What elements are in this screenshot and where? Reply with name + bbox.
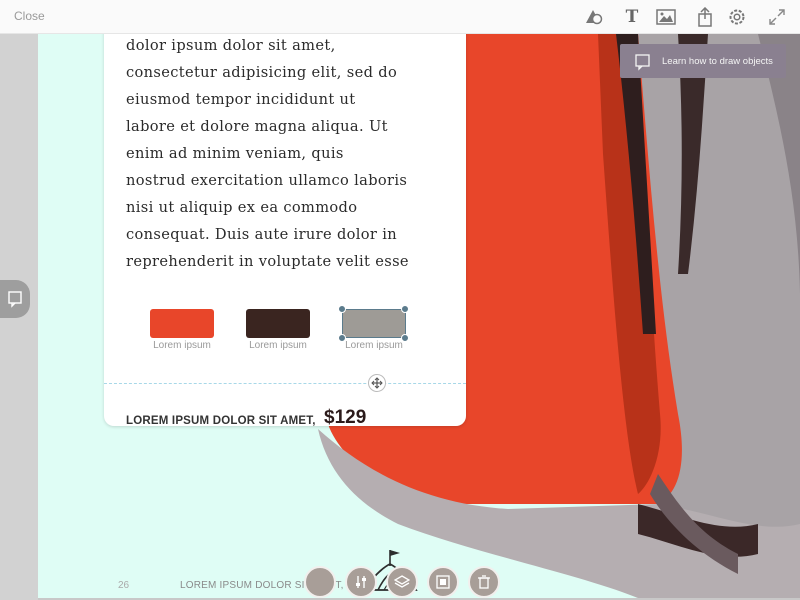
delete-button[interactable] [468,566,500,598]
layers-icon [394,575,410,588]
price-value[interactable]: $129 [324,407,366,429]
color-icon [309,571,331,593]
text-icon[interactable]: T [622,7,642,27]
close-button[interactable]: Close [14,9,45,23]
help-tooltip[interactable]: Learn how to draw objects [620,44,786,78]
page-number: 26 [118,580,130,591]
swatch-brown[interactable] [246,309,310,338]
adjust-icon [356,576,366,588]
divider [104,383,466,384]
arrange-button[interactable] [427,566,459,598]
body-line: nisi ut aliquip ex ea commodo [126,199,358,216]
share-icon[interactable] [695,7,715,27]
body-line: eiusmod tempor incididunt ut [126,91,356,108]
shapes-icon[interactable] [584,7,604,27]
text-tool-glyph: T [625,7,639,27]
body-line: reprehenderit in voluptate velit esse [126,253,409,270]
body-line: enim ad minim veniam, quis [126,145,344,162]
top-toolbar: Close T [0,0,800,34]
selection-handle[interactable] [401,305,409,313]
design-canvas[interactable]: dolor ipsum dolor sit amet, consectetur … [38,34,800,598]
bottom-toolbar [304,566,500,598]
price-label[interactable]: LOREM IPSUM DOLOR SIT AMET, [126,415,316,427]
selection-handle[interactable] [338,305,346,313]
swatch-orange[interactable] [150,309,214,338]
card-body-text[interactable]: dolor ipsum dolor sit amet, consectetur … [126,34,444,275]
panel-toggle-button[interactable] [0,280,30,318]
move-handle[interactable] [368,374,386,392]
layers-button[interactable] [386,566,418,598]
body-line: consequat. Duis aute irure dolor in [126,226,398,243]
image-icon[interactable] [656,7,676,27]
body-line: dolor ipsum dolor sit amet, [126,37,336,54]
comment-icon [635,54,650,71]
body-line: consectetur adipisicing elit, sed do [126,64,398,81]
arrange-icon [436,575,450,589]
swatch-label: Lorem ipsum [153,340,211,351]
swatch-label: Lorem ipsum [249,340,307,351]
move-icon [371,377,383,389]
adjust-button[interactable] [345,566,377,598]
body-line: nostrud exercitation ullamco laboris [126,172,408,189]
swatch-grey-selected[interactable] [342,309,406,338]
settings-icon[interactable] [727,7,747,27]
fullscreen-icon[interactable] [767,7,787,27]
swatch-label: Lorem ipsum [345,340,403,351]
tooltip-text: Learn how to draw objects [662,56,773,67]
color-button[interactable] [304,566,336,598]
comment-icon [8,291,22,308]
delete-icon [478,575,490,589]
body-line: labore et dolore magna aliqua. Ut [126,118,388,135]
product-card[interactable]: dolor ipsum dolor sit amet, consectetur … [104,34,466,429]
